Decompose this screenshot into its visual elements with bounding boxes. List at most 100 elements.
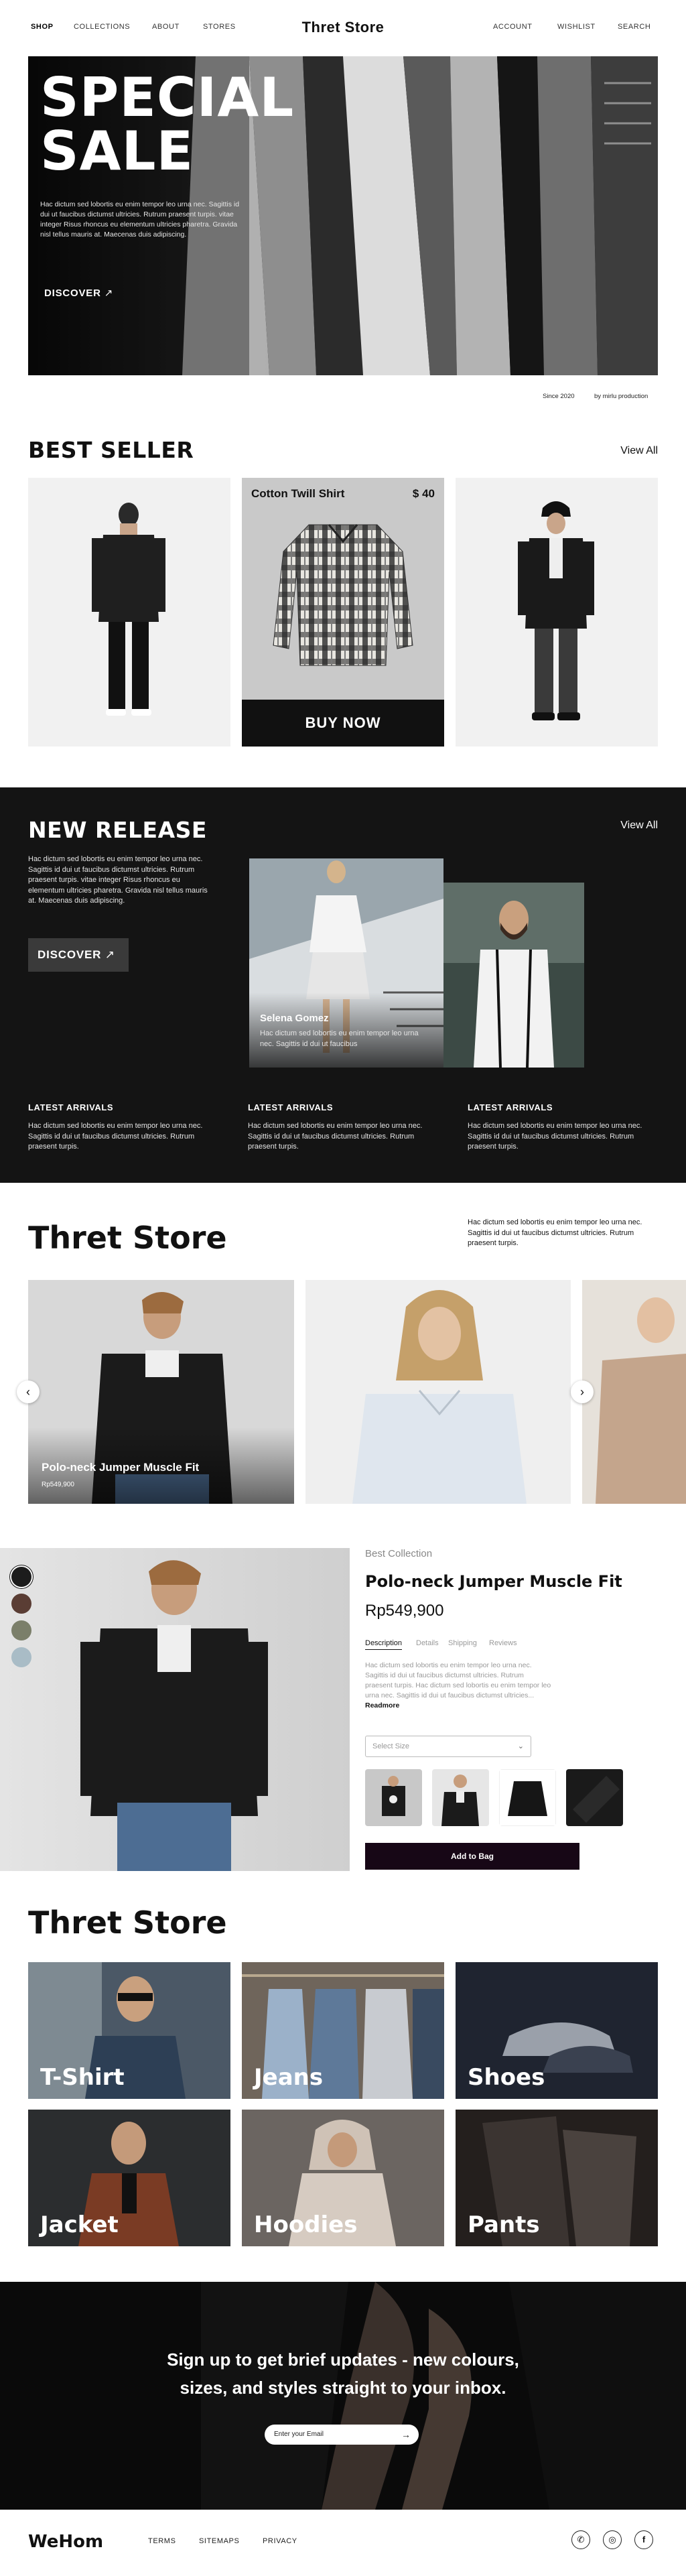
color-swatch-3[interactable]: [11, 1620, 31, 1640]
new-release-description: Hac dictum sed lobortis eu enim tempor l…: [28, 855, 208, 905]
arrow-up-right-icon: ↗: [104, 287, 114, 299]
product-card-3[interactable]: [456, 478, 658, 747]
model-image: [499, 1769, 556, 1826]
model-image: [582, 1280, 686, 1504]
featured-product-price: $ 40: [412, 487, 435, 500]
thumbnail-1[interactable]: [365, 1769, 422, 1826]
footer-privacy-link[interactable]: PRIVACY: [263, 2537, 297, 2545]
product-price: Rp549,900: [365, 1602, 444, 1620]
arrivals-text-3: Hac dictum sed lobortis eu enim tempor l…: [468, 1122, 642, 1151]
nav-wishlist[interactable]: WISHLIST: [557, 23, 596, 31]
category-label: Jeans: [254, 2064, 324, 2091]
flannel-shirt-image: [273, 524, 413, 666]
add-to-bag-button[interactable]: Add to Bag: [365, 1843, 579, 1870]
model-photo-2[interactable]: [443, 883, 584, 1068]
page: SHOP COLLECTIONS ABOUT STORES Thret Stor…: [0, 0, 686, 2576]
whatsapp-icon[interactable]: ✆: [571, 2530, 590, 2549]
footer-brand[interactable]: WeHom: [28, 2532, 103, 2552]
newsletter-heading: Sign up to get brief updates - new colou…: [167, 2349, 519, 2398]
credit-text: by mirlu production: [594, 393, 648, 400]
buy-now-button[interactable]: BUY NOW: [242, 700, 444, 747]
model-image: [0, 1548, 350, 1871]
tab-description[interactable]: Description: [365, 1639, 403, 1650]
hero-discover-button[interactable]: DISCOVER ↗: [44, 287, 113, 299]
carousel-prev-button[interactable]: ‹: [17, 1380, 40, 1403]
color-swatch-2[interactable]: [11, 1594, 31, 1614]
color-swatch-1[interactable]: [11, 1567, 31, 1587]
hero-banner: SPECIAL SALE Hac dictum sed lobortis eu e…: [28, 56, 658, 375]
product-description: Hac dictum sed lobortis eu enim tempor l…: [365, 1661, 551, 1710]
model-image: [432, 1769, 489, 1826]
size-select[interactable]: Select Size ⌄: [365, 1736, 531, 1757]
carousel-card-price: Rp549,900: [42, 1481, 74, 1488]
new-release-view-all[interactable]: View All: [620, 820, 658, 832]
product-name: Polo-neck Jumper Muscle Fit: [365, 1572, 622, 1591]
footer-terms-link[interactable]: TERMS: [148, 2537, 176, 2545]
model-photo-selena[interactable]: Selena Gomez Hac dictum sed lobortis eu …: [249, 858, 443, 1068]
category-tshirt[interactable]: T-Shirt: [28, 1962, 230, 2099]
categories-title: Thret Store: [28, 1905, 227, 1941]
top-nav: SHOP COLLECTIONS ABOUT STORES Thret Stor…: [0, 0, 686, 56]
best-seller-title: BEST SELLER: [28, 437, 194, 463]
carousel-card-1[interactable]: Polo-neck Jumper Muscle Fit Rp549,900: [28, 1280, 294, 1504]
tab-shipping[interactable]: Shipping: [448, 1639, 477, 1647]
facebook-icon[interactable]: f: [634, 2530, 653, 2549]
category-pants[interactable]: Pants: [456, 2110, 658, 2246]
thumbnail-3[interactable]: [499, 1769, 556, 1826]
model-image: [305, 1280, 571, 1504]
showcase-description: Hac dictum sed lobortis eu enim tempor l…: [468, 1218, 642, 1247]
chevron-down-icon: ⌄: [517, 1742, 524, 1750]
tab-details[interactable]: Details: [416, 1639, 439, 1647]
footer-sitemaps-link[interactable]: SITEMAPS: [199, 2537, 239, 2545]
showcase-title: Thret Store: [28, 1220, 227, 1256]
chevron-right-icon: ›: [580, 1385, 584, 1399]
model-image: [92, 503, 165, 716]
category-label: Pants: [468, 2211, 540, 2238]
model-name: Selena Gomez: [260, 1013, 329, 1024]
new-release-section: NEW RELEASE View All Hac dictum sed lobo…: [0, 787, 686, 1183]
best-seller-view-all[interactable]: View All: [620, 445, 658, 457]
arrivals-title-2: LATEST ARRIVALS: [248, 1102, 334, 1112]
model-image: [443, 883, 584, 1068]
nav-account[interactable]: ACCOUNT: [493, 23, 533, 31]
carousel-card-3[interactable]: [582, 1280, 686, 1504]
new-release-title: NEW RELEASE: [28, 817, 207, 843]
nav-search[interactable]: SEARCH: [618, 23, 650, 31]
since-text: Since 2020: [543, 393, 575, 400]
category-shoes[interactable]: Shoes: [456, 1962, 658, 2099]
collection-label: Best Collection: [365, 1548, 433, 1559]
thumbnail-2[interactable]: [432, 1769, 489, 1826]
thumbnail-4[interactable]: [566, 1769, 623, 1826]
newsletter-section: Sign up to get brief updates - new colou…: [0, 2282, 686, 2510]
chevron-left-icon: ‹: [26, 1385, 30, 1399]
read-more-link[interactable]: Readmore: [365, 1701, 399, 1710]
arrow-right-icon[interactable]: →: [401, 2425, 411, 2445]
color-swatch-4[interactable]: [11, 1647, 31, 1667]
arrow-up-right-icon: ↗: [105, 948, 115, 961]
product-detail-image: [0, 1548, 350, 1871]
carousel-card-name: Polo-neck Jumper Muscle Fit: [42, 1461, 200, 1474]
tab-reviews[interactable]: Reviews: [489, 1639, 517, 1647]
model-image: [365, 1769, 422, 1826]
category-label: Hoodies: [254, 2211, 358, 2238]
product-card-1[interactable]: [28, 478, 230, 747]
category-label: Jacket: [40, 2211, 119, 2238]
category-jeans[interactable]: Jeans: [242, 1962, 444, 2099]
carousel-card-2[interactable]: [305, 1280, 571, 1504]
model-image: [566, 1769, 623, 1826]
arrivals-text-2: Hac dictum sed lobortis eu enim tempor l…: [248, 1122, 423, 1151]
arrivals-text-1: Hac dictum sed lobortis eu enim tempor l…: [28, 1122, 203, 1151]
arrivals-title-3: LATEST ARRIVALS: [468, 1102, 553, 1112]
arrivals-title-1: LATEST ARRIVALS: [28, 1102, 114, 1112]
carousel-next-button[interactable]: ›: [571, 1380, 594, 1403]
category-jacket[interactable]: Jacket: [28, 2110, 230, 2246]
hero-title: SPECIAL SALE: [40, 66, 295, 182]
category-hoodies[interactable]: Hoodies: [242, 2110, 444, 2246]
product-card-featured[interactable]: Cotton Twill Shirt $ 40 BUY NOW: [242, 478, 444, 747]
hero-description: Hac dictum sed lobortis eu enim tempor l…: [40, 200, 240, 239]
new-release-discover-button[interactable]: DISCOVER ↗: [28, 938, 129, 972]
category-label: T-Shirt: [40, 2064, 125, 2091]
instagram-icon[interactable]: ◎: [603, 2530, 622, 2549]
email-input[interactable]: Enter your Email →: [265, 2425, 419, 2445]
model-image: [518, 501, 594, 720]
